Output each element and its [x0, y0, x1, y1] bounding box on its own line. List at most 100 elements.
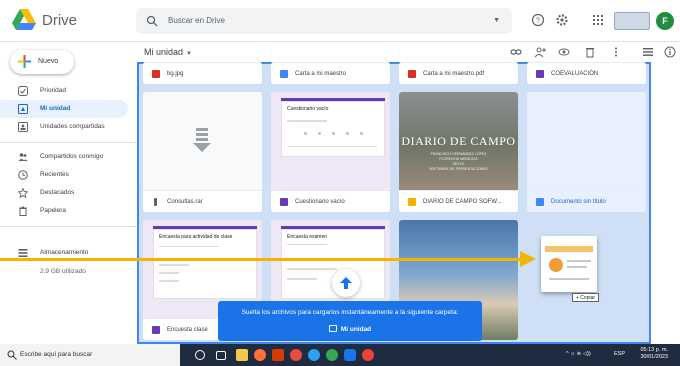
sidebar-item-label: Unidades compartidas — [40, 123, 105, 130]
dragged-file-line — [567, 260, 591, 262]
chrome-icon[interactable] — [326, 349, 338, 361]
form-dot — [360, 132, 363, 135]
annotation-arrow — [0, 258, 525, 261]
file-card-footer: Consultas.rar — [143, 190, 262, 212]
file-card-cuestionario[interactable]: Cuestionario vacío Cuestionario vacío — [271, 92, 390, 212]
file-thumbnail: DIARIO DE CAMPO FRANCISCO HERNÁNDEZ LÓPE… — [399, 92, 518, 190]
trash-icon[interactable] — [584, 46, 596, 58]
file-card-footer: DIARIO DE CAMPO SOFW... — [399, 190, 518, 212]
dragged-file-preview[interactable] — [541, 236, 597, 292]
task-view-icon[interactable] — [216, 351, 226, 360]
app-name[interactable]: Drive — [42, 12, 77, 29]
file-name: COEVALUACIÓN — [551, 71, 599, 77]
file-name: DIARIO DE CAMPO SOFW... — [423, 199, 502, 205]
file-name: Consultas.rar — [167, 199, 203, 205]
file-card-consultas-rar[interactable]: Consultas.rar — [143, 92, 262, 212]
sidebar-item-shared-drives[interactable]: Unidades compartidas — [0, 118, 128, 136]
file-card-documento[interactable]: Documento sin título — [527, 92, 646, 212]
copy-badge: + Copiar — [572, 293, 600, 302]
file-thumbnail — [143, 92, 262, 190]
slide-subtitle: FRANCISCO HERNÁNDEZ LÓPEZ — [430, 152, 487, 156]
file-name: Encuesta clase — [167, 327, 208, 333]
firefox-icon[interactable] — [254, 349, 266, 361]
image-file-icon — [152, 70, 160, 78]
upload-drop-toast: Suelta los archivos para cargarlos insta… — [218, 301, 482, 341]
sidebar: Nuevo Prioridad Mi unidad Unidades compa… — [0, 42, 136, 344]
sidebar-item-priority[interactable]: Prioridad — [0, 82, 128, 100]
list-view-icon[interactable] — [642, 46, 654, 58]
avatar[interactable]: F — [656, 12, 674, 30]
taskbar-search[interactable]: Escribe aquí para buscar — [0, 344, 180, 366]
new-button[interactable]: Nuevo — [10, 50, 74, 74]
preview-eye-icon[interactable] — [558, 46, 570, 58]
shared-drives-icon — [18, 122, 28, 132]
dragged-file-banner — [545, 246, 593, 252]
sidebar-item-label: Almacenamiento — [40, 249, 89, 256]
people-icon — [18, 153, 28, 161]
check-square-icon — [18, 86, 28, 96]
file-card-coevaluacion[interactable]: COEVALUACIÓN — [527, 62, 646, 84]
search-icon[interactable] — [146, 15, 158, 27]
archive-icon — [193, 128, 211, 152]
opera-icon[interactable] — [290, 349, 302, 361]
clock-icon — [18, 170, 28, 180]
sidebar-divider — [0, 226, 136, 227]
form-file-icon — [280, 198, 288, 206]
more-vert-icon[interactable] — [610, 46, 622, 58]
file-card-footer: Carta a mi maestro — [271, 62, 390, 84]
top-bar: Drive Buscar en Drive ▼ ? F — [0, 0, 680, 42]
clock[interactable]: 05:13 p. m. 30/01/2023 — [632, 347, 668, 361]
system-tray-icons[interactable]: ^ ☼ ≋ ◁)) — [566, 351, 591, 357]
dragged-file-line — [567, 266, 587, 268]
form-preview-title: Encuesta examen — [287, 234, 328, 240]
language-indicator[interactable]: ESP — [614, 351, 625, 357]
form-line — [287, 244, 327, 245]
zoom-icon[interactable] — [344, 349, 356, 361]
sidebar-item-starred[interactable]: Destacados — [0, 184, 128, 202]
apps-grid-icon[interactable] — [591, 13, 605, 27]
sidebar-item-label: Destacados — [40, 189, 75, 196]
settings-gear-icon[interactable] — [555, 13, 569, 27]
form-dot — [304, 132, 307, 135]
sidebar-item-label: Mi unidad — [40, 105, 71, 112]
file-card-bg-jpg[interactable]: bg.jpg — [143, 62, 262, 84]
my-drive-icon — [18, 104, 28, 114]
file-explorer-icon[interactable] — [236, 349, 248, 361]
sidebar-item-trash[interactable]: Papelera — [0, 202, 128, 220]
page-title[interactable]: Mi unidad ▼ — [144, 47, 192, 57]
star-icon — [18, 188, 28, 198]
upload-arrow-icon — [340, 277, 352, 289]
sidebar-item-shared-with-me[interactable]: Compartidos conmigo — [0, 148, 128, 166]
taskbar-search-input[interactable]: Escribe aquí para buscar — [20, 351, 92, 358]
form-file-icon — [152, 326, 160, 334]
search-input[interactable]: Buscar en Drive — [168, 16, 225, 25]
info-icon[interactable] — [664, 46, 676, 58]
form-preview-title: Cuestionario vacío — [287, 106, 329, 112]
file-card-carta-pdf[interactable]: Carta a mi maestro.pdf — [399, 62, 518, 84]
link-icon[interactable] — [510, 46, 522, 58]
sidebar-item-label: Prioridad — [40, 87, 67, 94]
organization-logo[interactable] — [614, 12, 650, 30]
doc-file-icon — [536, 198, 544, 206]
sidebar-item-my-drive[interactable]: Mi unidad — [0, 100, 128, 118]
file-name: Documento sin título — [551, 199, 606, 205]
help-icon[interactable]: ? — [531, 13, 545, 27]
trash-icon — [19, 206, 27, 216]
plus-icon — [18, 55, 31, 68]
search-options-icon[interactable]: ▼ — [493, 17, 500, 24]
file-card-footer: Documento sin título — [527, 190, 646, 212]
search-bar[interactable]: Buscar en Drive ▼ — [136, 8, 512, 34]
file-card-footer: Carta a mi maestro.pdf — [399, 62, 518, 84]
edge-icon[interactable] — [308, 349, 320, 361]
share-person-icon[interactable] — [534, 46, 546, 58]
slide-subtitle: SOFTWARE DE PRESENTACIONES — [429, 167, 488, 171]
sidebar-item-recent[interactable]: Recientes — [0, 166, 128, 184]
cortana-icon[interactable] — [195, 350, 205, 360]
file-card-diario[interactable]: DIARIO DE CAMPO FRANCISCO HERNÁNDEZ LÓPE… — [399, 92, 518, 212]
upload-indicator — [332, 269, 360, 297]
file-card-carta-doc[interactable]: Carta a mi maestro — [271, 62, 390, 84]
app-icon[interactable] — [362, 349, 374, 361]
form-preview: Encuesta para actividad de clase — [153, 229, 257, 299]
office-icon[interactable] — [272, 349, 284, 361]
drive-logo-icon[interactable] — [12, 9, 36, 31]
